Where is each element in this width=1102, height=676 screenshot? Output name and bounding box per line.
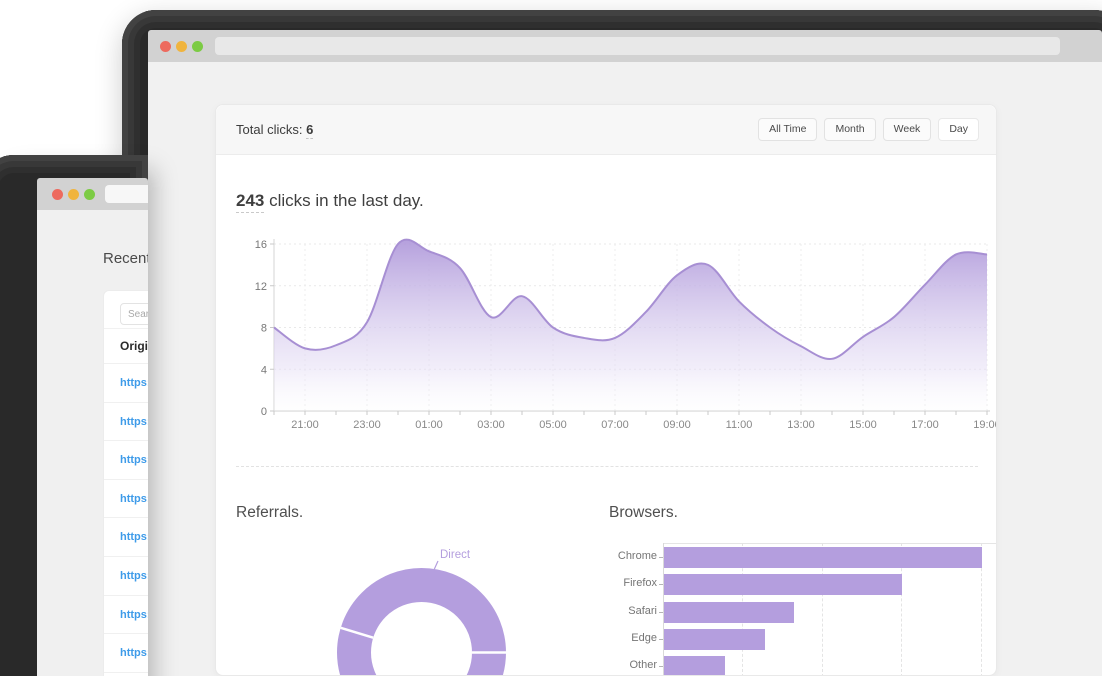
svg-text:09:00: 09:00 bbox=[663, 419, 691, 431]
minimize-button[interactable] bbox=[176, 41, 187, 52]
card-header: Total clicks: 6 All Time Month Week Day bbox=[216, 105, 996, 155]
search-input[interactable] bbox=[120, 303, 148, 325]
clicks-headline-text: clicks in the last day. bbox=[264, 191, 423, 210]
back-browser-window: Recent Origin https:https:https:https:ht… bbox=[0, 155, 148, 676]
clicks-headline: 243 clicks in the last day. bbox=[236, 191, 424, 211]
svg-text:01:00: 01:00 bbox=[415, 419, 443, 431]
bar-label-edge: Edge bbox=[609, 632, 657, 644]
origin-column-header: Origin bbox=[104, 329, 148, 364]
bar-other bbox=[664, 656, 725, 676]
front-titlebar[interactable] bbox=[148, 30, 1102, 62]
bar-label-other: Other bbox=[609, 659, 657, 671]
recent-clicks-card: Origin https:https:https:https:https:htt… bbox=[103, 290, 148, 676]
address-bar[interactable] bbox=[105, 185, 148, 203]
bar-label-safari: Safari bbox=[609, 605, 657, 617]
svg-text:15:00: 15:00 bbox=[849, 419, 877, 431]
recent-clicks-list: https:https:https:https:https:https:http… bbox=[104, 364, 148, 673]
filter-button-month[interactable]: Month bbox=[824, 118, 875, 141]
origin-link[interactable]: https: bbox=[104, 480, 148, 519]
time-filter-group: All Time Month Week Day bbox=[758, 118, 979, 141]
filter-button-all-time[interactable]: All Time bbox=[758, 118, 817, 141]
svg-text:12: 12 bbox=[255, 281, 267, 293]
svg-text:17:00: 17:00 bbox=[911, 419, 939, 431]
svg-text:11:00: 11:00 bbox=[726, 419, 753, 431]
clicks-area-chart: 0 4 8 12 16 21:00 23:00 01:00 03:00 05:00 07:00 09:… bbox=[216, 226, 997, 466]
close-button[interactable] bbox=[160, 41, 171, 52]
origin-link[interactable]: https: bbox=[104, 441, 148, 480]
origin-link[interactable]: https: bbox=[104, 403, 148, 442]
svg-text:03:00: 03:00 bbox=[477, 419, 505, 431]
minimize-button[interactable] bbox=[68, 189, 79, 200]
bar-safari bbox=[664, 602, 794, 623]
origin-link[interactable]: https: bbox=[104, 596, 148, 635]
address-bar[interactable] bbox=[215, 37, 1060, 55]
bar-label-firefox: Firefox bbox=[609, 577, 657, 589]
svg-text:07:00: 07:00 bbox=[601, 419, 629, 431]
svg-text:23:00: 23:00 bbox=[353, 419, 381, 431]
origin-link[interactable]: https: bbox=[104, 364, 148, 403]
donut-slice-label: Direct bbox=[440, 549, 471, 561]
bar-edge bbox=[664, 629, 765, 650]
total-clicks-value: 6 bbox=[306, 122, 313, 139]
filter-button-week[interactable]: Week bbox=[883, 118, 932, 141]
traffic-lights bbox=[160, 41, 203, 52]
browsers-title: Browsers. bbox=[609, 504, 678, 522]
maximize-button[interactable] bbox=[192, 41, 203, 52]
svg-text:21:00: 21:00 bbox=[291, 419, 319, 431]
maximize-button[interactable] bbox=[84, 189, 95, 200]
browsers-bar-chart: Chrome Firefox Safari Edge Other bbox=[609, 536, 997, 676]
svg-text:05:00: 05:00 bbox=[539, 419, 567, 431]
clicks-count: 243 bbox=[236, 191, 264, 213]
bar-chrome bbox=[664, 547, 982, 568]
screenshot-stage: Recent Origin https:https:https:https:ht… bbox=[0, 0, 1102, 676]
referrals-title: Referrals. bbox=[236, 504, 303, 522]
traffic-lights bbox=[52, 189, 95, 200]
bar-label-chrome: Chrome bbox=[609, 550, 657, 562]
bar-firefox bbox=[664, 574, 902, 595]
close-button[interactable] bbox=[52, 189, 63, 200]
back-window-content: Recent Origin https:https:https:https:ht… bbox=[37, 210, 148, 676]
svg-text:4: 4 bbox=[261, 364, 267, 376]
recent-heading: Recent bbox=[103, 250, 148, 267]
svg-text:8: 8 bbox=[261, 323, 267, 335]
back-titlebar[interactable] bbox=[37, 178, 148, 210]
svg-text:0: 0 bbox=[261, 406, 267, 418]
analytics-card: Total clicks: 6 All Time Month Week Day 243… bbox=[215, 104, 997, 676]
total-clicks-label: Total clicks: bbox=[236, 122, 302, 137]
svg-text:16: 16 bbox=[255, 239, 267, 251]
svg-text:13:00: 13:00 bbox=[787, 419, 815, 431]
origin-link[interactable]: https: bbox=[104, 518, 148, 557]
total-clicks: Total clicks: 6 bbox=[236, 122, 313, 137]
origin-link[interactable]: https: bbox=[104, 634, 148, 673]
section-divider bbox=[236, 466, 978, 467]
referrals-donut-chart: Direct bbox=[316, 530, 536, 676]
origin-link[interactable]: https: bbox=[104, 557, 148, 596]
filter-button-day[interactable]: Day bbox=[938, 118, 979, 141]
svg-text:19:00: 19:00 bbox=[973, 419, 997, 431]
